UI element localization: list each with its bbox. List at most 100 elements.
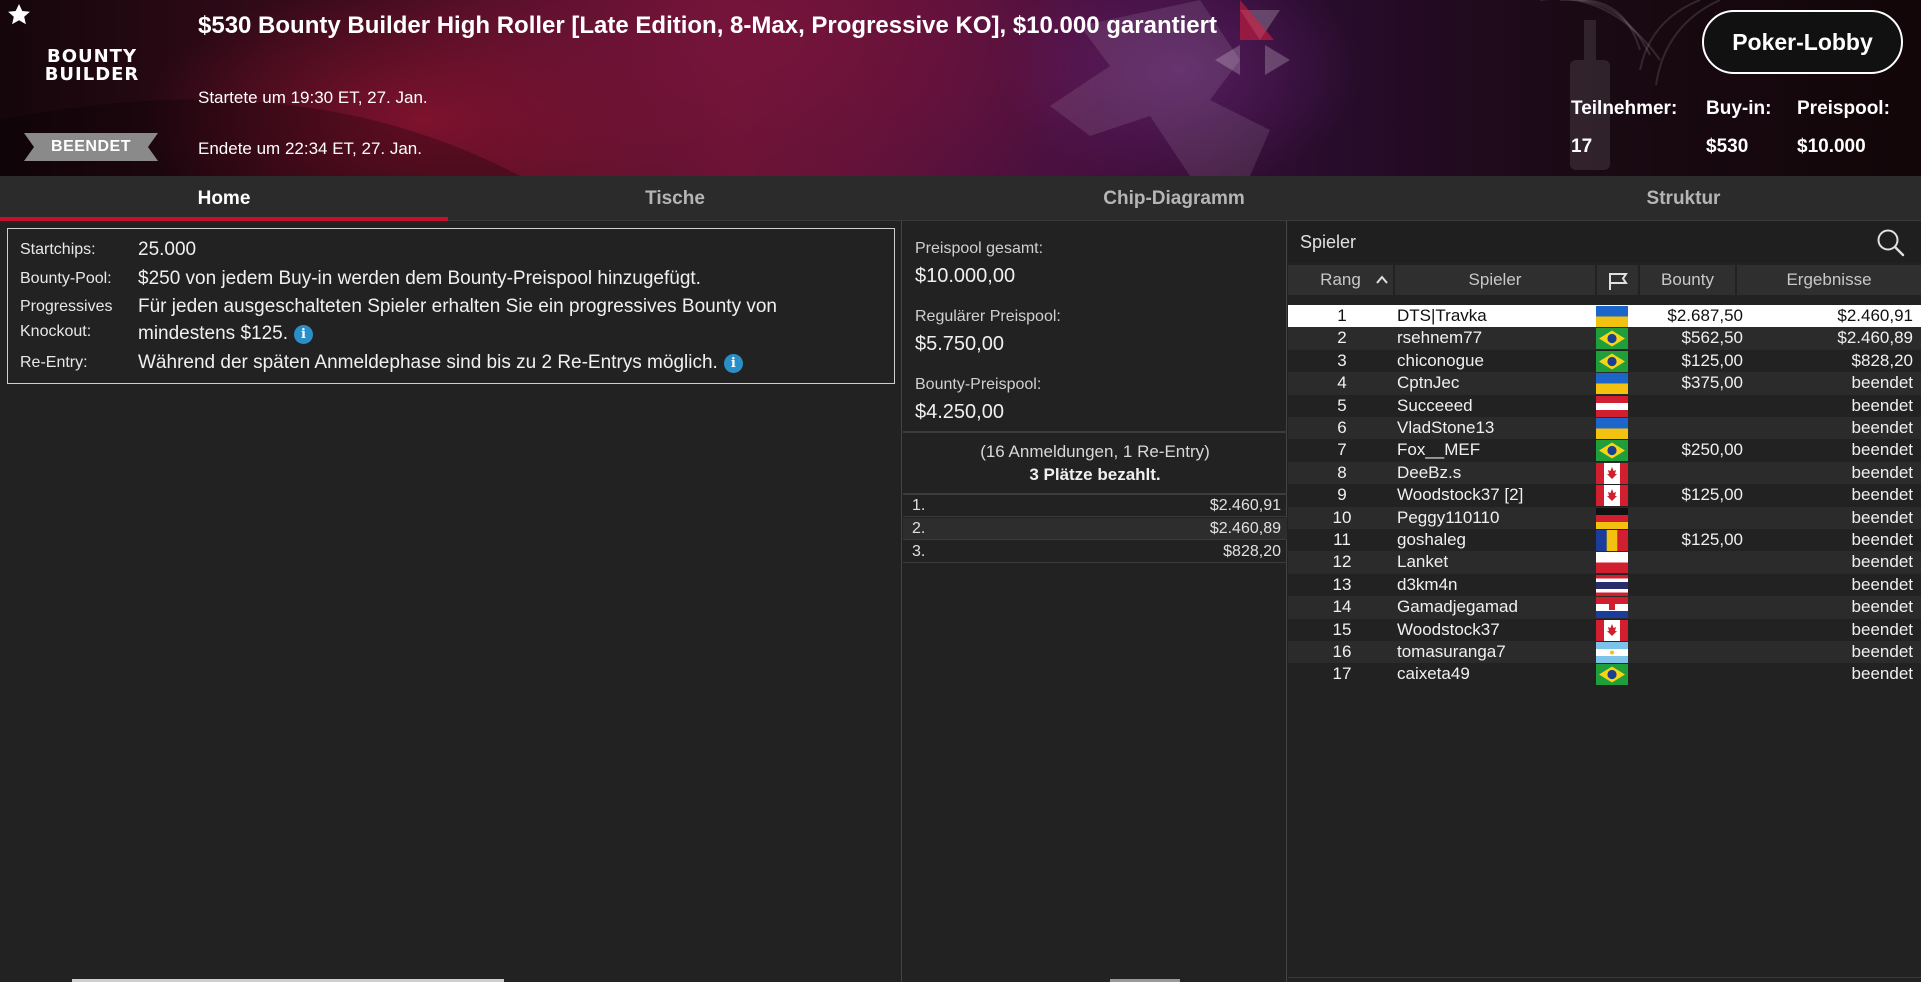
player-rank: 11 — [1333, 530, 1351, 549]
player-rank: 3 — [1337, 350, 1347, 370]
status-badge: BEENDET — [24, 133, 158, 161]
player-row[interactable]: 9 Woodstock37 [2] $125,00 beendet — [1288, 484, 1921, 507]
player-row[interactable]: 12 Lanket beendet — [1288, 551, 1921, 574]
column-header-bounty[interactable]: Bounty — [1640, 265, 1735, 295]
column-header-rank[interactable]: Rang — [1288, 265, 1393, 295]
player-result: beendet — [1851, 395, 1913, 415]
logo-line-2: BUILDER — [44, 64, 140, 85]
tournament-info-box: Startchips: 25.000 Bounty-Pool: $250 von… — [7, 228, 895, 384]
stat-value: $530 — [1706, 136, 1749, 157]
divider — [903, 431, 1287, 433]
search-icon[interactable] — [1875, 227, 1905, 257]
player-bounty: $2.687,50 — [1667, 306, 1743, 325]
tab-home[interactable]: Home — [0, 176, 448, 221]
player-name: rsehnem77 — [1397, 328, 1483, 348]
player-row[interactable]: 1 DTS|Travka $2.687,50 $2.460,91 — [1288, 305, 1921, 328]
end-time: Endete um 22:34 ET, 27. Jan. — [198, 139, 422, 158]
prize-pool-panel: Preispool gesamt: $10.000,00 Regulärer P… — [903, 221, 1287, 982]
player-search-input[interactable] — [1300, 229, 1860, 255]
stat-label: Buy-in: — [1706, 98, 1772, 119]
tab-tables[interactable]: Tische — [448, 176, 902, 221]
stat-prizepool: Preispool: $10.000 — [1797, 98, 1890, 158]
player-result: $2.460,91 — [1837, 306, 1913, 325]
column-header-results[interactable]: Ergebnisse — [1737, 265, 1921, 295]
regular-prizepool-label: Regulärer Preispool: — [915, 308, 1061, 325]
player-row[interactable]: 15 Woodstock37 beendet — [1288, 619, 1921, 641]
payout-place: 1. — [912, 497, 926, 514]
player-rank: 16 — [1332, 642, 1352, 661]
player-row[interactable]: 16 tomasuranga7 beendet — [1288, 641, 1921, 664]
players-panel: Rang Spieler Bounty Ergebnisse 1 DTS|Trav… — [1288, 221, 1921, 982]
player-row[interactable]: 8 DeeBz.s beendet — [1288, 461, 1921, 485]
player-row[interactable]: 11 goshaleg $125,00 beendet — [1288, 529, 1921, 551]
canada-flag-icon — [1596, 462, 1628, 484]
player-result: beendet — [1851, 485, 1913, 505]
stat-value: $10.000 — [1797, 136, 1866, 157]
player-row[interactable]: 10 Peggy110110 beendet — [1288, 506, 1921, 529]
player-result: beendet — [1851, 574, 1913, 594]
player-rank: 4 — [1337, 373, 1347, 393]
payout-amount: $2.460,91 — [1209, 497, 1281, 514]
bounty-prizepool-value: $4.250,00 — [915, 401, 1004, 423]
player-name: chiconogue — [1397, 350, 1484, 370]
player-row[interactable]: 3 chiconogue $125,00 $828,20 — [1288, 350, 1921, 372]
player-result: beendet — [1851, 530, 1913, 549]
favorite-star-icon[interactable] — [6, 2, 32, 28]
player-rank: 17 — [1332, 664, 1352, 684]
info-value: $250 von jedem Buy-in werden dem Bounty-… — [138, 268, 701, 289]
tab-chip-chart[interactable]: Chip-Diagramm — [902, 176, 1446, 221]
player-result: beendet — [1851, 664, 1913, 684]
entries-count: (16 Anmeldungen, 1 Re-Entry) — [980, 442, 1210, 461]
info-value: Für jeden ausgeschalteten Spieler erhalt… — [138, 296, 777, 317]
info-value-text: mindestens $125. — [138, 323, 288, 344]
tab-structure[interactable]: Struktur — [1446, 176, 1921, 221]
flag-icon — [1609, 273, 1628, 290]
payout-place: 3. — [912, 543, 926, 560]
player-row[interactable]: 7 Fox__MEF $250,00 beendet — [1288, 439, 1921, 462]
player-result: beendet — [1851, 597, 1913, 617]
info-label: Re-Entry: — [20, 354, 88, 371]
germany-flag-icon — [1596, 507, 1628, 529]
column-header-label: Rang — [1320, 270, 1361, 289]
player-rank: 6 — [1337, 418, 1347, 437]
thailand-flag-icon — [1596, 574, 1628, 596]
argentina-flag-icon — [1596, 642, 1628, 663]
player-row[interactable]: 17 caixeta49 beendet — [1288, 663, 1921, 686]
player-row[interactable]: 6 VladStone13 beendet — [1288, 417, 1921, 440]
player-result: beendet — [1851, 507, 1913, 527]
player-row[interactable]: 13 d3km4n beendet — [1288, 574, 1921, 596]
player-rank: 5 — [1337, 395, 1347, 415]
player-bounty: $125,00 — [1681, 350, 1743, 370]
player-name: caixeta49 — [1397, 664, 1470, 684]
payout-amount: $2.460,89 — [1209, 520, 1281, 537]
divider — [1288, 977, 1921, 978]
player-name: goshaleg — [1397, 530, 1467, 549]
info-icon[interactable]: i — [723, 354, 743, 373]
column-header-country[interactable] — [1597, 265, 1638, 295]
player-result: $2.460,89 — [1837, 328, 1913, 348]
info-label: Bounty-Pool: — [20, 270, 112, 287]
player-row[interactable]: 14 Gamadjegamad beendet — [1288, 596, 1921, 619]
player-row[interactable]: 5 Succeeed beendet — [1288, 395, 1921, 417]
info-icon[interactable]: i — [294, 325, 313, 344]
player-result: beendet — [1851, 642, 1913, 661]
info-value-line2: mindestens $125. i — [138, 323, 313, 345]
player-name: CptnJec — [1397, 373, 1460, 393]
poker-lobby-button[interactable]: Poker-Lobby — [1702, 10, 1903, 74]
player-rank: 8 — [1337, 462, 1347, 482]
payout-amount: $828,20 — [1223, 543, 1281, 560]
column-header-player[interactable]: Spieler — [1395, 265, 1595, 295]
player-row[interactable]: 4 CptnJec $375,00 beendet — [1288, 372, 1921, 395]
player-name: d3km4n — [1397, 574, 1458, 594]
player-result: beendet — [1851, 418, 1913, 437]
player-name: DeeBz.s — [1397, 462, 1462, 482]
payout-place: 2. — [912, 520, 926, 537]
player-result: $828,20 — [1851, 350, 1913, 370]
brazil-flag-icon — [1596, 664, 1628, 686]
player-row[interactable]: 2 rsehnem77 $562,50 $2.460,89 — [1288, 327, 1921, 350]
austria-flag-icon — [1596, 395, 1628, 417]
player-rank: 12 — [1332, 552, 1352, 572]
player-rank: 7 — [1337, 440, 1347, 460]
stat-value: 17 — [1571, 136, 1593, 157]
player-rank: 13 — [1332, 574, 1352, 594]
